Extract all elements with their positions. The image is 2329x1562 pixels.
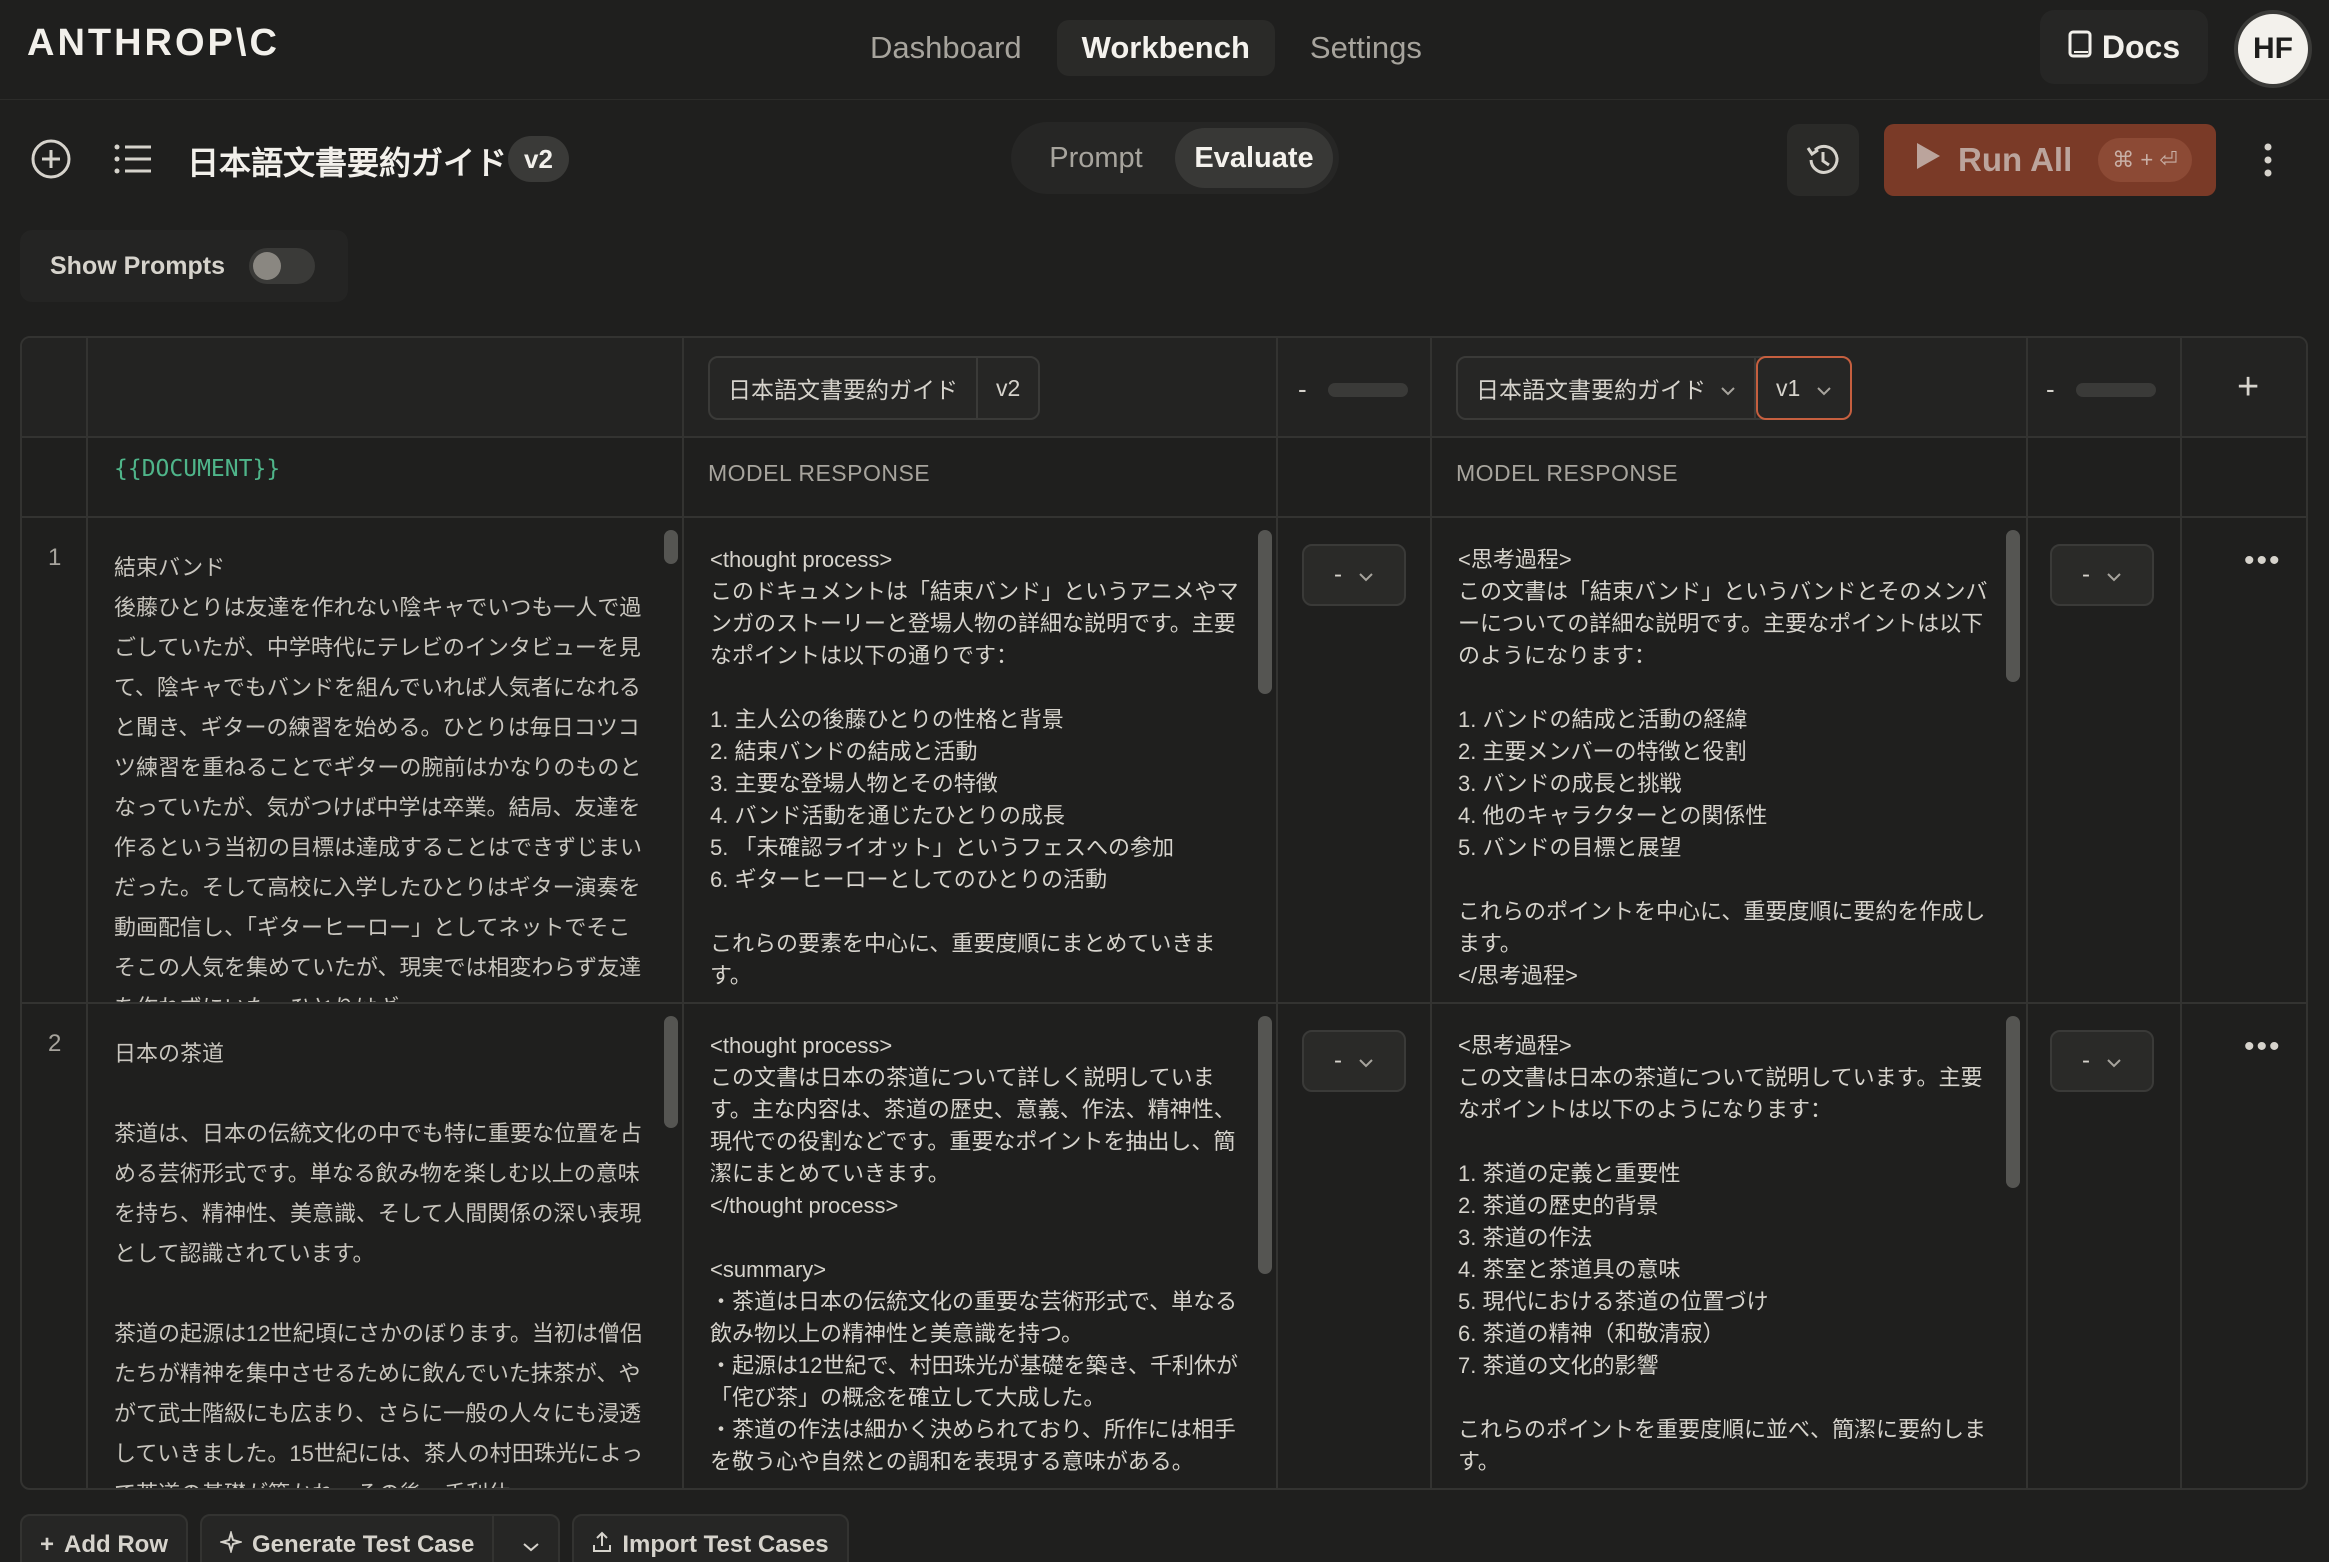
column-2-score-bar: [2076, 383, 2156, 397]
column-2-score: -: [2046, 374, 2055, 404]
generate-test-case-button[interactable]: Generate Test Case: [200, 1514, 561, 1562]
top-bar: ANTHROP\C Dashboard Workbench Settings D…: [0, 0, 2329, 100]
chevron-down-icon: [1816, 375, 1832, 402]
show-prompts-control: Show Prompts: [20, 230, 348, 302]
workbench-toolbar: 日本語文書要約ガイド v2 Prompt Evaluate Run All ⌘ …: [0, 100, 2329, 220]
anthropic-logo[interactable]: ANTHROP\C: [27, 22, 280, 65]
show-prompts-toggle[interactable]: [249, 248, 316, 284]
version-badge[interactable]: v2: [508, 136, 569, 182]
plus-icon: +: [40, 1531, 55, 1558]
more-vertical-icon[interactable]: [2248, 136, 2288, 184]
add-circle-icon[interactable]: [22, 130, 80, 188]
document-scrollbar[interactable]: [664, 530, 678, 564]
column-2-prompt-select[interactable]: 日本語文書要約ガイド v1: [1456, 356, 1853, 420]
column-1-score: -: [1298, 374, 1307, 404]
row-number: 2: [48, 1030, 62, 1057]
list-icon[interactable]: [104, 130, 162, 188]
column-1-score-bar: [1328, 383, 1408, 397]
run-all-label: Run All: [1958, 141, 2073, 178]
import-test-cases-button[interactable]: Import Test Cases: [572, 1514, 849, 1562]
response-scrollbar[interactable]: [1258, 530, 1272, 694]
tab-evaluate[interactable]: Evaluate: [1175, 128, 1333, 188]
add-column-icon[interactable]: +: [2237, 366, 2259, 409]
play-icon: [1914, 141, 1942, 179]
nav-settings[interactable]: Settings: [1285, 20, 1447, 76]
chevron-down-icon: [2106, 561, 2122, 589]
mode-toggle: Prompt Evaluate: [1011, 122, 1339, 194]
column-1-header: MODEL RESPONSE: [708, 460, 931, 486]
document-variable-header: {{DOCUMENT}}: [114, 456, 281, 482]
history-icon[interactable]: [1787, 124, 1859, 196]
document-cell[interactable]: 結束バンド 後藤ひとりは友達を作れない陰キャでいつも一人で過ごしていたが、中学時…: [114, 548, 644, 1002]
evaluation-grid: 日本語文書要約ガイド v2 - 日本語文書要約ガイド v1 - + {{DOCU…: [20, 336, 2308, 1490]
chevron-down-icon: [2106, 1047, 2122, 1075]
chevron-down-icon: [1358, 1047, 1374, 1075]
document-cell[interactable]: 日本の茶道 茶道は、日本の伝統文化の中でも特に重要な位置を占める芸術形式です。単…: [114, 1034, 644, 1488]
chevron-down-icon: [522, 1531, 540, 1559]
generate-options-chevron[interactable]: [504, 1516, 558, 1562]
document-scrollbar[interactable]: [664, 1016, 678, 1128]
response-scrollbar[interactable]: [1258, 1016, 1272, 1274]
run-all-button[interactable]: Run All ⌘ + ⏎: [1884, 124, 2216, 196]
docs-button[interactable]: Docs: [2040, 10, 2208, 84]
response-scrollbar[interactable]: [2006, 530, 2020, 682]
chevron-down-icon: [1358, 561, 1374, 589]
column-1-prompt-name[interactable]: 日本語文書要約ガイド: [710, 358, 978, 418]
nav-dashboard[interactable]: Dashboard: [845, 20, 1047, 76]
row-more-icon[interactable]: •••: [2244, 544, 2282, 578]
prompt-title[interactable]: 日本語文書要約ガイド: [187, 138, 507, 184]
rating-select[interactable]: -: [2050, 544, 2154, 606]
avatar[interactable]: HF: [2238, 14, 2308, 84]
bottom-actions: + Add Row Generate Test Case Import Test…: [20, 1514, 849, 1562]
nav-workbench[interactable]: Workbench: [1056, 20, 1275, 76]
model-response-cell[interactable]: <thought process> この文書は日本の茶道について詳しく説明してい…: [710, 1030, 1250, 1486]
column-1-prompt-select[interactable]: 日本語文書要約ガイド v2: [708, 356, 1041, 420]
book-icon: [2068, 29, 2092, 66]
add-row-button[interactable]: + Add Row: [20, 1514, 188, 1562]
generate-test-case-main[interactable]: Generate Test Case: [202, 1516, 495, 1562]
rating-select[interactable]: -: [1302, 1030, 1406, 1092]
show-prompts-label: Show Prompts: [50, 251, 226, 280]
docs-label: Docs: [2101, 28, 2181, 65]
model-response-cell[interactable]: <思考過程> この文書は日本の茶道について説明しています。主要なポイントは以下の…: [1458, 1030, 1998, 1486]
upload-icon: [592, 1531, 612, 1560]
column-2-version[interactable]: v1: [1756, 356, 1853, 420]
rating-select[interactable]: -: [2050, 1030, 2154, 1092]
main-nav: Dashboard Workbench Settings: [845, 20, 1447, 76]
model-response-cell[interactable]: <thought process> このドキュメントは「結束バンド」というアニメ…: [710, 544, 1250, 998]
response-scrollbar[interactable]: [2006, 1016, 2020, 1188]
model-response-cell[interactable]: <思考過程> この文書は「結束バンド」というバンドとそのメンバーについての詳細な…: [1458, 544, 1998, 998]
rating-select[interactable]: -: [1302, 544, 1406, 606]
chevron-down-icon: [1720, 375, 1736, 402]
grid-subheader-row: [22, 436, 2306, 516]
row-more-icon[interactable]: •••: [2244, 1030, 2282, 1064]
sparkle-icon: [218, 1528, 244, 1560]
tab-prompt[interactable]: Prompt: [1017, 128, 1175, 188]
toggle-knob: [253, 252, 282, 280]
column-2-prompt-name[interactable]: 日本語文書要約ガイド: [1458, 358, 1756, 418]
keyboard-shortcut: ⌘ + ⏎: [2098, 138, 2192, 182]
grid-header-row: [22, 338, 2306, 436]
column-2-header: MODEL RESPONSE: [1456, 460, 1679, 486]
column-1-version[interactable]: v2: [978, 358, 1038, 418]
row-number: 1: [48, 544, 62, 571]
